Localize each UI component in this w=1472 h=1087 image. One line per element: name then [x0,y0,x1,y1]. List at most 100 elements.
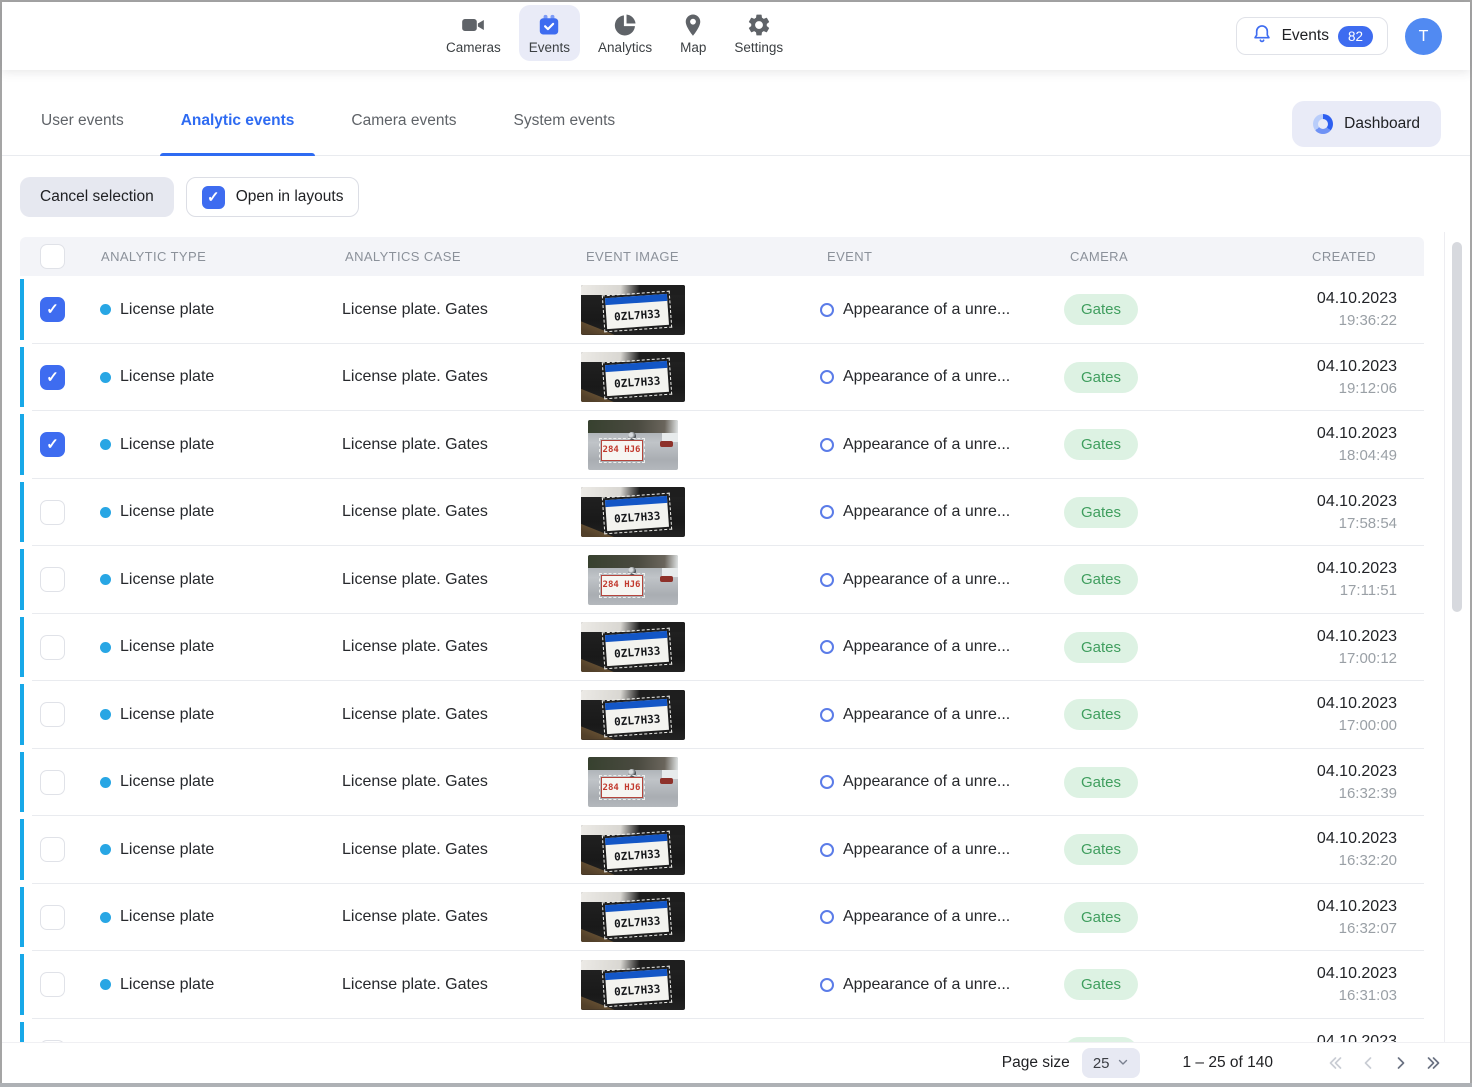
event-image-car-rear-thumbnail[interactable]: 284 HJ6 [588,757,678,807]
nav-item-settings[interactable]: Settings [724,5,793,61]
event-label: Appearance of a unre... [843,368,1010,386]
analytic-type-dot-icon [100,979,111,990]
table-row[interactable]: ✓ License plate License plate. Gates 0ZL… [20,276,1424,344]
event-image-license-plate-thumbnail[interactable]: 0ZL7H33 [581,352,685,402]
vertical-scrollbar-thumb[interactable] [1452,242,1462,612]
cancel-selection-button[interactable]: Cancel selection [20,177,174,217]
nav-item-cameras[interactable]: Cameras [436,5,511,61]
camera-badge[interactable]: Gates [1064,632,1138,663]
pager-controls [1325,1053,1444,1073]
analytics-case-label: License plate. Gates [330,706,550,724]
nav-item-events[interactable]: Events [519,5,580,61]
table-row[interactable]: ✓ License plate License plate. Gates 0ZL… [20,479,1424,547]
table-row[interactable]: ✓ License plate License plate. Gates 0ZL… [20,614,1424,682]
open-in-layouts-checkbox[interactable]: ✓ [202,186,225,209]
top-bar: Cameras Events Analytics Map [2,2,1470,70]
table-row[interactable]: ✓ License plate License plate. Gates 0ZL… [20,681,1424,749]
gear-icon [746,12,772,38]
row-checkbox[interactable]: ✓ [40,905,65,930]
event-image-license-plate-thumbnail[interactable]: 0ZL7H33 [581,825,685,875]
event-image-license-plate-thumbnail[interactable]: 0ZL7H33 [581,960,685,1010]
check-icon: ✓ [46,370,59,385]
camera-badge[interactable]: Gates [1064,564,1138,595]
tab-system-events[interactable]: System events [493,86,637,155]
row-checkbox[interactable]: ✓ [40,837,65,862]
created-date: 04.10.2023 [1230,290,1397,308]
event-image-license-plate-thumbnail[interactable]: 0ZL7H33 [581,892,685,942]
row-checkbox[interactable]: ✓ [40,432,65,457]
created-time: 17:11:51 [1230,582,1397,599]
row-checkbox[interactable]: ✓ [40,297,65,322]
analytic-type-dot-icon [100,709,111,720]
event-image-license-plate-thumbnail[interactable]: 0ZL7H33 [581,487,685,537]
camera-badge[interactable]: Gates [1064,902,1138,933]
event-status-ring-icon [820,708,834,722]
table-row[interactable]: ✓ License plate License plate. Gates 0ZL… [20,344,1424,412]
license-plate-shape: 0ZL7H33 [604,361,668,396]
camera-badge[interactable]: Gates [1064,969,1138,1000]
table-row[interactable]: ✓ License plate License plate. Gates 0ZL… [20,951,1424,1019]
event-image-car-rear-thumbnail[interactable]: 284 HJ6 [588,420,678,470]
row-checkbox[interactable]: ✓ [40,365,65,390]
row-checkbox[interactable]: ✓ [40,567,65,592]
table-row[interactable]: ✓ License plate License plate. Gates 284… [20,546,1424,614]
analytics-case-label: License plate. Gates [330,368,550,386]
table-row[interactable]: ✓ License plate License plate. Gates 0ZL… [20,816,1424,884]
tab-analytic-events[interactable]: Analytic events [160,86,316,155]
table-row[interactable]: ✓ License plate License plate. Gates 284… [20,411,1424,479]
nav-item-map[interactable]: Map [670,5,716,61]
analytics-case-label: License plate. Gates [330,976,550,994]
analytic-type-label: License plate [120,773,214,791]
created-time: 16:32:20 [1230,852,1397,869]
row-checkbox[interactable]: ✓ [40,500,65,525]
camera-badge[interactable]: Gates [1064,699,1138,730]
event-label: Appearance of a unre... [843,908,1010,926]
open-in-layouts-button[interactable]: ✓ Open in layouts [186,177,360,217]
bell-icon [1251,23,1273,50]
next-page-button[interactable] [1391,1053,1411,1073]
page-size-select[interactable]: 25 [1082,1048,1140,1078]
analytics-case-label: License plate. Gates [330,301,550,319]
user-avatar[interactable]: T [1405,18,1442,55]
camera-badge[interactable]: Gates [1064,294,1138,325]
event-image-car-rear-thumbnail[interactable]: 284 HJ6 [588,555,678,605]
event-image-license-plate-thumbnail[interactable]: 0ZL7H33 [581,622,685,672]
event-image-license-plate-thumbnail[interactable]: 0ZL7H33 [581,690,685,740]
events-notifications-button[interactable]: Events 82 [1236,17,1388,55]
camera-badge[interactable]: Gates [1064,767,1138,798]
event-image-license-plate-thumbnail[interactable]: 0ZL7H33 [581,285,685,335]
last-page-button[interactable] [1424,1053,1444,1073]
selection-toolbar: Cancel selection ✓ Open in layouts [20,177,359,217]
license-plate-shape: 0ZL7H33 [604,834,668,869]
camera-badge[interactable]: Gates [1064,834,1138,865]
nav-item-analytics[interactable]: Analytics [588,5,662,61]
tab-camera-events[interactable]: Camera events [330,86,477,155]
camera-badge[interactable]: Gates [1064,429,1138,460]
select-all-checkbox[interactable]: ✓ [40,244,65,269]
license-plate-shape: 284 HJ6 [601,575,643,596]
row-checkbox[interactable]: ✓ [40,972,65,997]
analytic-type-label: License plate [120,368,214,386]
analytic-type-dot-icon [100,844,111,855]
row-checkbox[interactable]: ✓ [40,635,65,660]
row-checkbox[interactable]: ✓ [40,702,65,727]
nav-label: Settings [734,40,783,55]
event-status-ring-icon [820,505,834,519]
row-checkbox[interactable]: ✓ [40,770,65,795]
check-icon: ✓ [46,437,59,452]
camera-badge[interactable]: Gates [1064,362,1138,393]
first-page-button[interactable] [1325,1053,1345,1073]
tab-user-events[interactable]: User events [20,86,145,155]
header-analytic-type: ANALYTIC TYPE [88,249,330,264]
analytic-type-label: License plate [120,706,214,724]
created-time: 19:36:22 [1230,312,1397,329]
dashboard-button[interactable]: Dashboard [1292,101,1441,147]
table-row[interactable]: ✓ License plate License plate. Gates 284… [20,749,1424,817]
created-date: 04.10.2023 [1230,493,1397,511]
created-time: 17:00:12 [1230,650,1397,667]
vertical-scrollbar-track[interactable] [1444,232,1470,1045]
table-row[interactable]: ✓ License plate License plate. Gates 0ZL… [20,884,1424,952]
analytics-case-label: License plate. Gates [330,436,550,454]
previous-page-button[interactable] [1358,1053,1378,1073]
camera-badge[interactable]: Gates [1064,497,1138,528]
